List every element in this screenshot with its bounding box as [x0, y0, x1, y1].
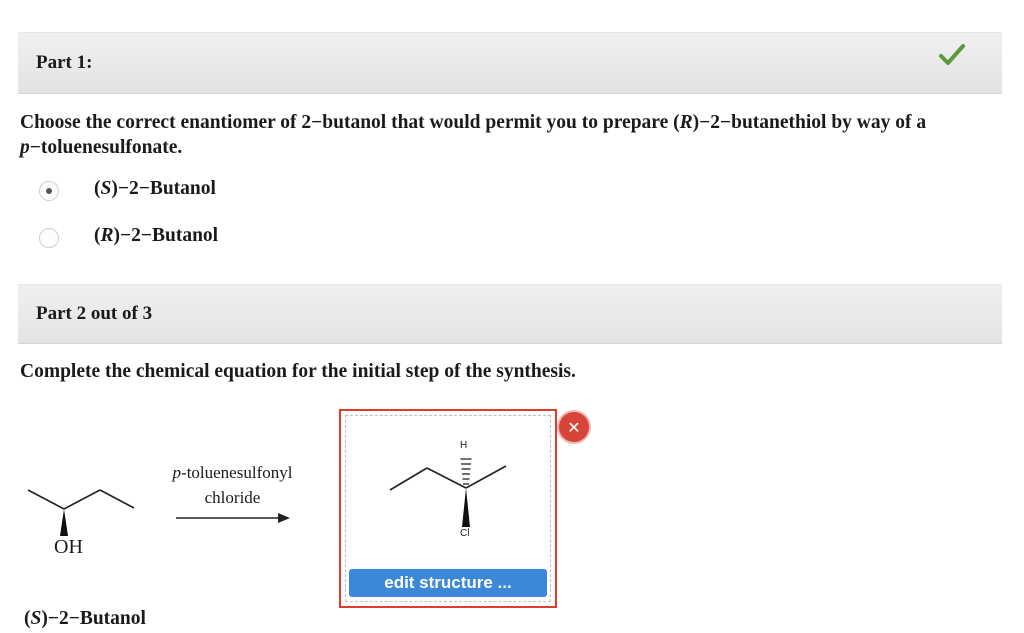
reagent-label: p-toluenesulfonyl chloride	[172, 463, 293, 507]
answer-atom-cl: Cl	[460, 528, 470, 539]
reactant-structure	[27, 489, 135, 536]
reaction-arrow	[176, 513, 290, 523]
reactant-oh-label: OH	[54, 536, 83, 558]
close-icon[interactable]: ✕	[559, 412, 589, 442]
reactant-name: (S)−2−Butanol	[24, 608, 146, 629]
edit-structure-button[interactable]: edit structure ...	[349, 569, 547, 597]
answer-atom-h: H	[460, 440, 468, 451]
